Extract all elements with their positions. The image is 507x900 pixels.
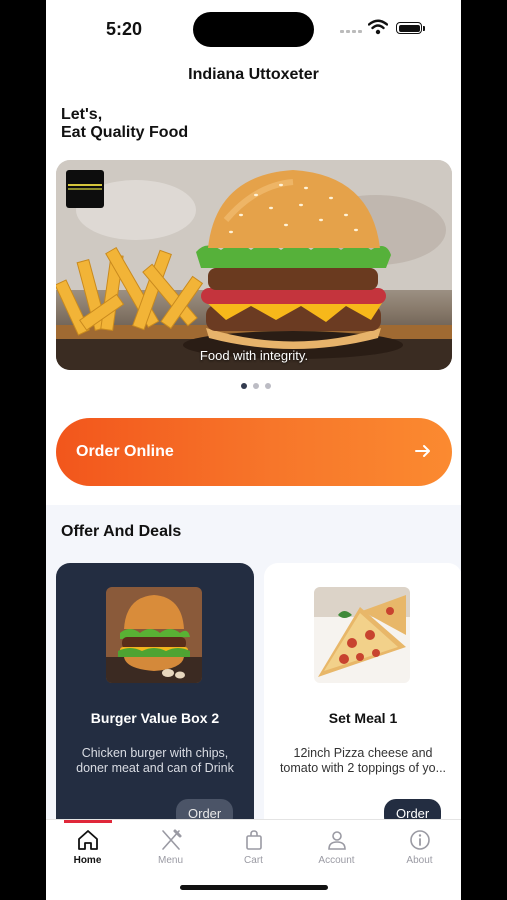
tab-label: Cart	[244, 855, 263, 866]
dynamic-island	[193, 12, 314, 47]
home-indicator	[180, 885, 328, 890]
burger-image	[106, 587, 202, 683]
order-online-button[interactable]: Order Online	[56, 418, 452, 486]
offer-description-line-2: doner meat and can of Drink	[76, 761, 234, 775]
signal-icon	[340, 30, 362, 33]
offer-description-line-1: Chicken burger with chips,	[81, 746, 229, 760]
order-online-label: Order Online	[76, 443, 174, 460]
carousel-dot-3[interactable]	[265, 383, 271, 389]
tab-label: Home	[73, 855, 102, 866]
carousel-dots[interactable]	[241, 383, 271, 389]
offer-title: Burger Value Box 2	[90, 710, 220, 726]
store-name[interactable]: Indiana Uttoxeter	[46, 66, 461, 84]
status-time: 5:20	[106, 19, 143, 39]
user-icon	[327, 831, 346, 850]
greeting-line-2: Eat Quality Food	[61, 124, 189, 141]
restaurant-logo	[66, 170, 104, 208]
tab-label: Menu	[157, 855, 183, 866]
offer-description: 12inch Pizza cheese and tomato with 2 to…	[274, 746, 452, 776]
offers-title: Offer And Deals	[61, 523, 182, 540]
offer-description: Chicken burger with chips, doner meat an…	[66, 746, 244, 776]
tab-account[interactable]: Account	[295, 828, 378, 866]
greeting-line-1: Let's,	[61, 106, 103, 123]
tab-label: About	[406, 855, 433, 866]
tab-cart[interactable]: Cart	[212, 828, 295, 866]
hero-caption: Food with integrity.	[199, 348, 309, 363]
carousel-dot-1[interactable]	[241, 383, 247, 389]
arrow-right-icon	[415, 445, 430, 457]
bag-icon	[245, 830, 262, 850]
tab-home[interactable]: Home	[46, 828, 129, 866]
tab-label: Account	[318, 855, 355, 866]
greeting: Let's, Eat Quality Food	[61, 106, 188, 142]
offer-card[interactable]: Set Meal 1 12inch Pizza cheese and tomat…	[264, 563, 461, 843]
carousel-dot-2[interactable]	[253, 383, 259, 389]
home-icon	[77, 830, 98, 850]
active-tab-indicator	[64, 820, 112, 823]
utensils-icon	[161, 829, 181, 850]
offer-card[interactable]: Burger Value Box 2 Chicken burger with c…	[56, 563, 254, 843]
app-screen: 5:20 Indiana Uttoxeter Let's, Eat Qualit…	[46, 0, 461, 900]
hero-banner[interactable]: Food with integrity.	[56, 160, 452, 370]
tab-about[interactable]: About	[378, 828, 461, 866]
offer-title: Set Meal 1	[328, 710, 398, 726]
pizza-image	[314, 587, 410, 683]
info-icon	[409, 830, 430, 850]
offer-description-line-2: tomato with 2 toppings of yo...	[279, 761, 447, 775]
tab-menu[interactable]: Menu	[129, 828, 212, 866]
burger-fries-image	[56, 160, 452, 370]
wifi-icon	[368, 19, 388, 35]
offers-section: Offer And Deals Burger Value Box 2 Chick…	[46, 505, 461, 843]
offer-description-line-1: 12inch Pizza cheese and	[293, 746, 433, 760]
battery-icon	[396, 22, 425, 34]
